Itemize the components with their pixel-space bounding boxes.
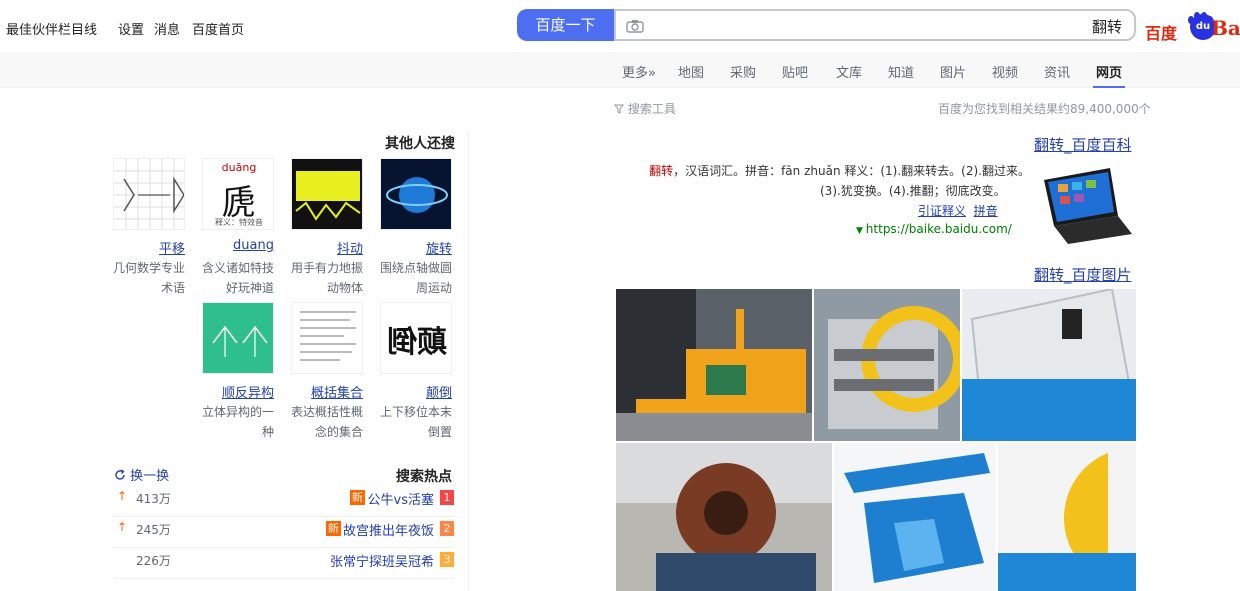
hot-item-3[interactable]: 3 张常宁探班吴冠希 226万	[114, 548, 454, 579]
baike-line1-text: ，汉语词汇。拼音：fān zhuǎn 释义：(1).翻来转去。(2).翻过来。	[673, 164, 1030, 178]
baidu-logo[interactable]: 百度 du Bai	[1145, 4, 1240, 44]
tab-map[interactable]: 地图	[678, 62, 704, 81]
baike-links: 引证释义 拼音	[918, 202, 998, 219]
hot-count: 413万	[136, 492, 171, 506]
hot-item-2[interactable]: 2 故宫推出年夜饭 新 ↑ 245万	[114, 517, 454, 548]
thumb-rotate[interactable]	[380, 158, 452, 230]
thumb-translate[interactable]	[113, 158, 185, 230]
tab-video[interactable]: 视频	[992, 62, 1018, 81]
thumb-duang[interactable]: duāng 虒 释义：特效音	[202, 158, 274, 230]
search-input[interactable]: 翻转	[614, 9, 1136, 41]
hot-count: 226万	[136, 554, 171, 568]
image-result-1[interactable]	[616, 289, 812, 441]
tab-images[interactable]: 图片	[940, 62, 966, 81]
related-desc-generalized-set: 表达概括性概念的集合	[291, 405, 364, 439]
tab-web[interactable]: 网页	[1092, 62, 1126, 88]
thumb-shake[interactable]	[291, 158, 363, 230]
trend-up-icon: ↑	[117, 520, 128, 534]
logo-text-cn: 百度	[1145, 24, 1178, 43]
logo-text-bai: Bai	[1211, 16, 1240, 40]
refresh-button[interactable]: 换一换	[114, 465, 169, 484]
hot-new-badge: 新	[326, 521, 341, 536]
related-desc-rotate: 围绕点轴做圆周运动	[380, 261, 453, 295]
tab-purchase[interactable]: 采购	[730, 62, 756, 81]
related-desc-cis-trans: 立体异构的一种	[202, 405, 275, 439]
trend-up-icon: ↑	[117, 489, 128, 503]
image-result-5[interactable]	[834, 443, 996, 591]
link-partner-column[interactable]: 最佳伙伴栏目线	[6, 19, 97, 38]
related-name-duang[interactable]: duang	[202, 238, 274, 253]
result-images-title[interactable]: 翻转_百度图片	[1034, 264, 1132, 285]
search-query: 翻转	[1091, 18, 1122, 36]
dropdown-arrow-icon: ▼	[856, 226, 866, 236]
nav-tabs: 网页 资讯 视频 图片 知道 文库 贴吧 采购 地图 更多»	[0, 52, 1240, 88]
related-desc-translate: 几何数学专业术语	[113, 261, 186, 295]
baike-link-pinyin[interactable]: 拼音	[974, 204, 998, 218]
related-name-invert[interactable]: 颠倒	[380, 382, 452, 401]
related-desc-shake: 用手有力地振动物体	[291, 261, 364, 295]
hot-item-1[interactable]: 1 公牛vs活塞 新 ↑ 413万	[114, 486, 454, 517]
baike-url[interactable]: ▼ https://baike.baidu.com/	[856, 222, 1012, 236]
link-messages[interactable]: 消息	[154, 19, 180, 38]
related-name-cis-trans[interactable]: 顺反异构	[202, 382, 274, 401]
camera-icon[interactable]	[626, 19, 644, 33]
hot-rank: 3	[440, 552, 454, 567]
related-name-rotate[interactable]: 旋转	[380, 238, 452, 257]
thumb-generalized-set[interactable]	[291, 302, 363, 374]
duang-note: 释义：特效音	[215, 218, 263, 227]
search-tools-label: 搜索工具	[627, 102, 676, 116]
related-name-shake[interactable]: 抖动	[291, 238, 363, 257]
link-baidu-home[interactable]: 百度首页	[192, 19, 244, 38]
image-result-3[interactable]	[962, 289, 1136, 441]
hot-rank: 2	[440, 521, 454, 536]
tab-news[interactable]: 资讯	[1044, 62, 1070, 81]
image-result-4[interactable]	[616, 443, 832, 591]
hot-text[interactable]: 张常宁探班吴冠希	[330, 551, 434, 570]
result-count: 百度为您找到相关结果约89,400,000个	[938, 102, 1151, 116]
search-button[interactable]: 百度一下	[517, 9, 614, 41]
baike-line1: 翻转，汉语词汇。拼音：fān zhuǎn 释义：(1).翻来转去。(2).翻过来…	[628, 162, 1030, 179]
tab-tieba[interactable]: 贴吧	[782, 62, 808, 81]
related-searches-title: 其他人还搜	[385, 136, 455, 152]
result-baike-title[interactable]: 翻转_百度百科	[1034, 134, 1132, 155]
related-desc-duang: 含义诸如特技好玩神道	[202, 261, 275, 295]
thumb-cis-trans[interactable]	[202, 302, 274, 374]
refresh-label: 换一换	[130, 469, 170, 484]
baike-line2: (3).犹变换。(4).推翻；彻底改变。	[820, 184, 1006, 198]
hot-text[interactable]: 公牛vs活塞	[368, 489, 434, 508]
baike-url-text: https://baike.baidu.com/	[865, 222, 1012, 236]
image-result-2[interactable]	[814, 289, 960, 441]
tab-wenku[interactable]: 文库	[836, 62, 862, 81]
hot-count: 245万	[136, 523, 171, 537]
search-tools[interactable]: 搜索工具	[614, 100, 676, 117]
refresh-icon	[115, 469, 125, 480]
related-name-generalized-set[interactable]: 概括集合	[291, 382, 363, 401]
baike-link-cite[interactable]: 引证释义	[918, 204, 966, 218]
related-desc-invert: 上下移位本末倒置	[380, 405, 453, 439]
duang-pinyin: duāng	[221, 161, 257, 174]
image-result-6[interactable]	[998, 443, 1136, 591]
sidebar-divider	[468, 132, 469, 591]
hot-new-badge: 新	[350, 490, 365, 505]
hot-text[interactable]: 故宫推出年夜饭	[343, 520, 434, 539]
thumb-invert[interactable]: 颠倒	[380, 302, 452, 374]
tab-zhidao[interactable]: 知道	[888, 62, 914, 81]
filter-icon	[614, 104, 624, 114]
baike-laptop-image[interactable]	[1038, 160, 1136, 246]
hot-rank: 1	[440, 490, 454, 505]
tab-more[interactable]: 更多»	[622, 62, 656, 81]
hot-search-title: 搜索热点	[396, 469, 452, 485]
baike-keyword: 翻转	[649, 164, 674, 178]
link-settings[interactable]: 设置	[118, 19, 144, 38]
related-name-translate[interactable]: 平移	[113, 238, 185, 257]
invert-chars: 颠倒	[387, 325, 447, 360]
header: 最佳伙伴栏目线 设置 消息 百度首页 百度一下 翻转 百度 du Bai	[0, 0, 1240, 52]
